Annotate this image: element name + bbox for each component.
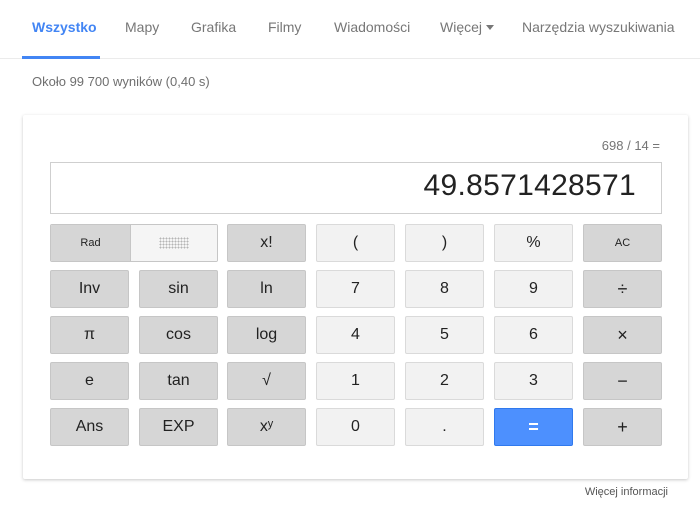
result-stats: Około 99 700 wyników (0,40 s) [32, 74, 210, 89]
multiply-button[interactable]: × [583, 316, 662, 354]
digit-4-button[interactable]: 4 [316, 316, 395, 354]
tan-button[interactable]: tan [139, 362, 218, 400]
calculator-card: 698 / 14 = 49.8571428571 Rad x! ( ) % AC… [23, 115, 688, 479]
calculator-expression: 698 / 14 = [601, 138, 660, 153]
active-tab-indicator [22, 56, 100, 59]
pi-button[interactable]: π [50, 316, 129, 354]
digit-1-button[interactable]: 1 [316, 362, 395, 400]
tab-all[interactable]: Wszystko [32, 19, 97, 35]
digit-2-button[interactable]: 2 [405, 362, 484, 400]
calculator-result: 49.8571428571 [423, 169, 636, 202]
tab-more-label: Więcej [440, 19, 483, 35]
sin-button[interactable]: sin [139, 270, 218, 308]
search-tabs-bar: Wszystko Mapy Grafika Filmy Wiadomości W… [0, 0, 700, 59]
tab-images[interactable]: Grafika [191, 19, 236, 35]
digit-6-button[interactable]: 6 [494, 316, 573, 354]
minus-button[interactable]: − [583, 362, 662, 400]
digit-0-button[interactable]: 0 [316, 408, 395, 446]
power-button[interactable]: xʸ [227, 408, 306, 446]
cos-button[interactable]: cos [139, 316, 218, 354]
exp-button[interactable]: EXP [139, 408, 218, 446]
rad-button[interactable]: Rad [51, 225, 131, 261]
digit-7-button[interactable]: 7 [316, 270, 395, 308]
digit-3-button[interactable]: 3 [494, 362, 573, 400]
tab-videos[interactable]: Filmy [268, 19, 301, 35]
digit-5-button[interactable]: 5 [405, 316, 484, 354]
close-paren-button[interactable]: ) [405, 224, 484, 262]
tab-maps[interactable]: Mapy [125, 19, 159, 35]
clear-button[interactable]: AC [583, 224, 662, 262]
ans-button[interactable]: Ans [50, 408, 129, 446]
open-paren-button[interactable]: ( [316, 224, 395, 262]
deg-button[interactable] [131, 225, 217, 261]
angle-mode-toggle[interactable]: Rad [50, 224, 218, 262]
tab-more[interactable]: Więcej [440, 19, 495, 35]
tab-search-tools[interactable]: Narzędzia wyszukiwania [522, 19, 675, 35]
plus-button[interactable]: + [583, 408, 662, 446]
decimal-button[interactable]: . [405, 408, 484, 446]
tab-news[interactable]: Wiadomości [334, 19, 410, 35]
log-button[interactable]: log [227, 316, 306, 354]
e-button[interactable]: e [50, 362, 129, 400]
ln-button[interactable]: ln [227, 270, 306, 308]
more-info-link[interactable]: Więcej informacji [585, 486, 668, 498]
inv-button[interactable]: Inv [50, 270, 129, 308]
dotted-pattern-icon [159, 237, 189, 249]
percent-button[interactable]: % [494, 224, 573, 262]
digit-8-button[interactable]: 8 [405, 270, 484, 308]
factorial-button[interactable]: x! [227, 224, 306, 262]
chevron-down-icon [486, 24, 495, 30]
calculator-display: 49.8571428571 [50, 162, 662, 214]
divide-button[interactable]: ÷ [583, 270, 662, 308]
digit-9-button[interactable]: 9 [494, 270, 573, 308]
equals-button[interactable]: = [494, 408, 573, 446]
sqrt-button[interactable]: √ [227, 362, 306, 400]
